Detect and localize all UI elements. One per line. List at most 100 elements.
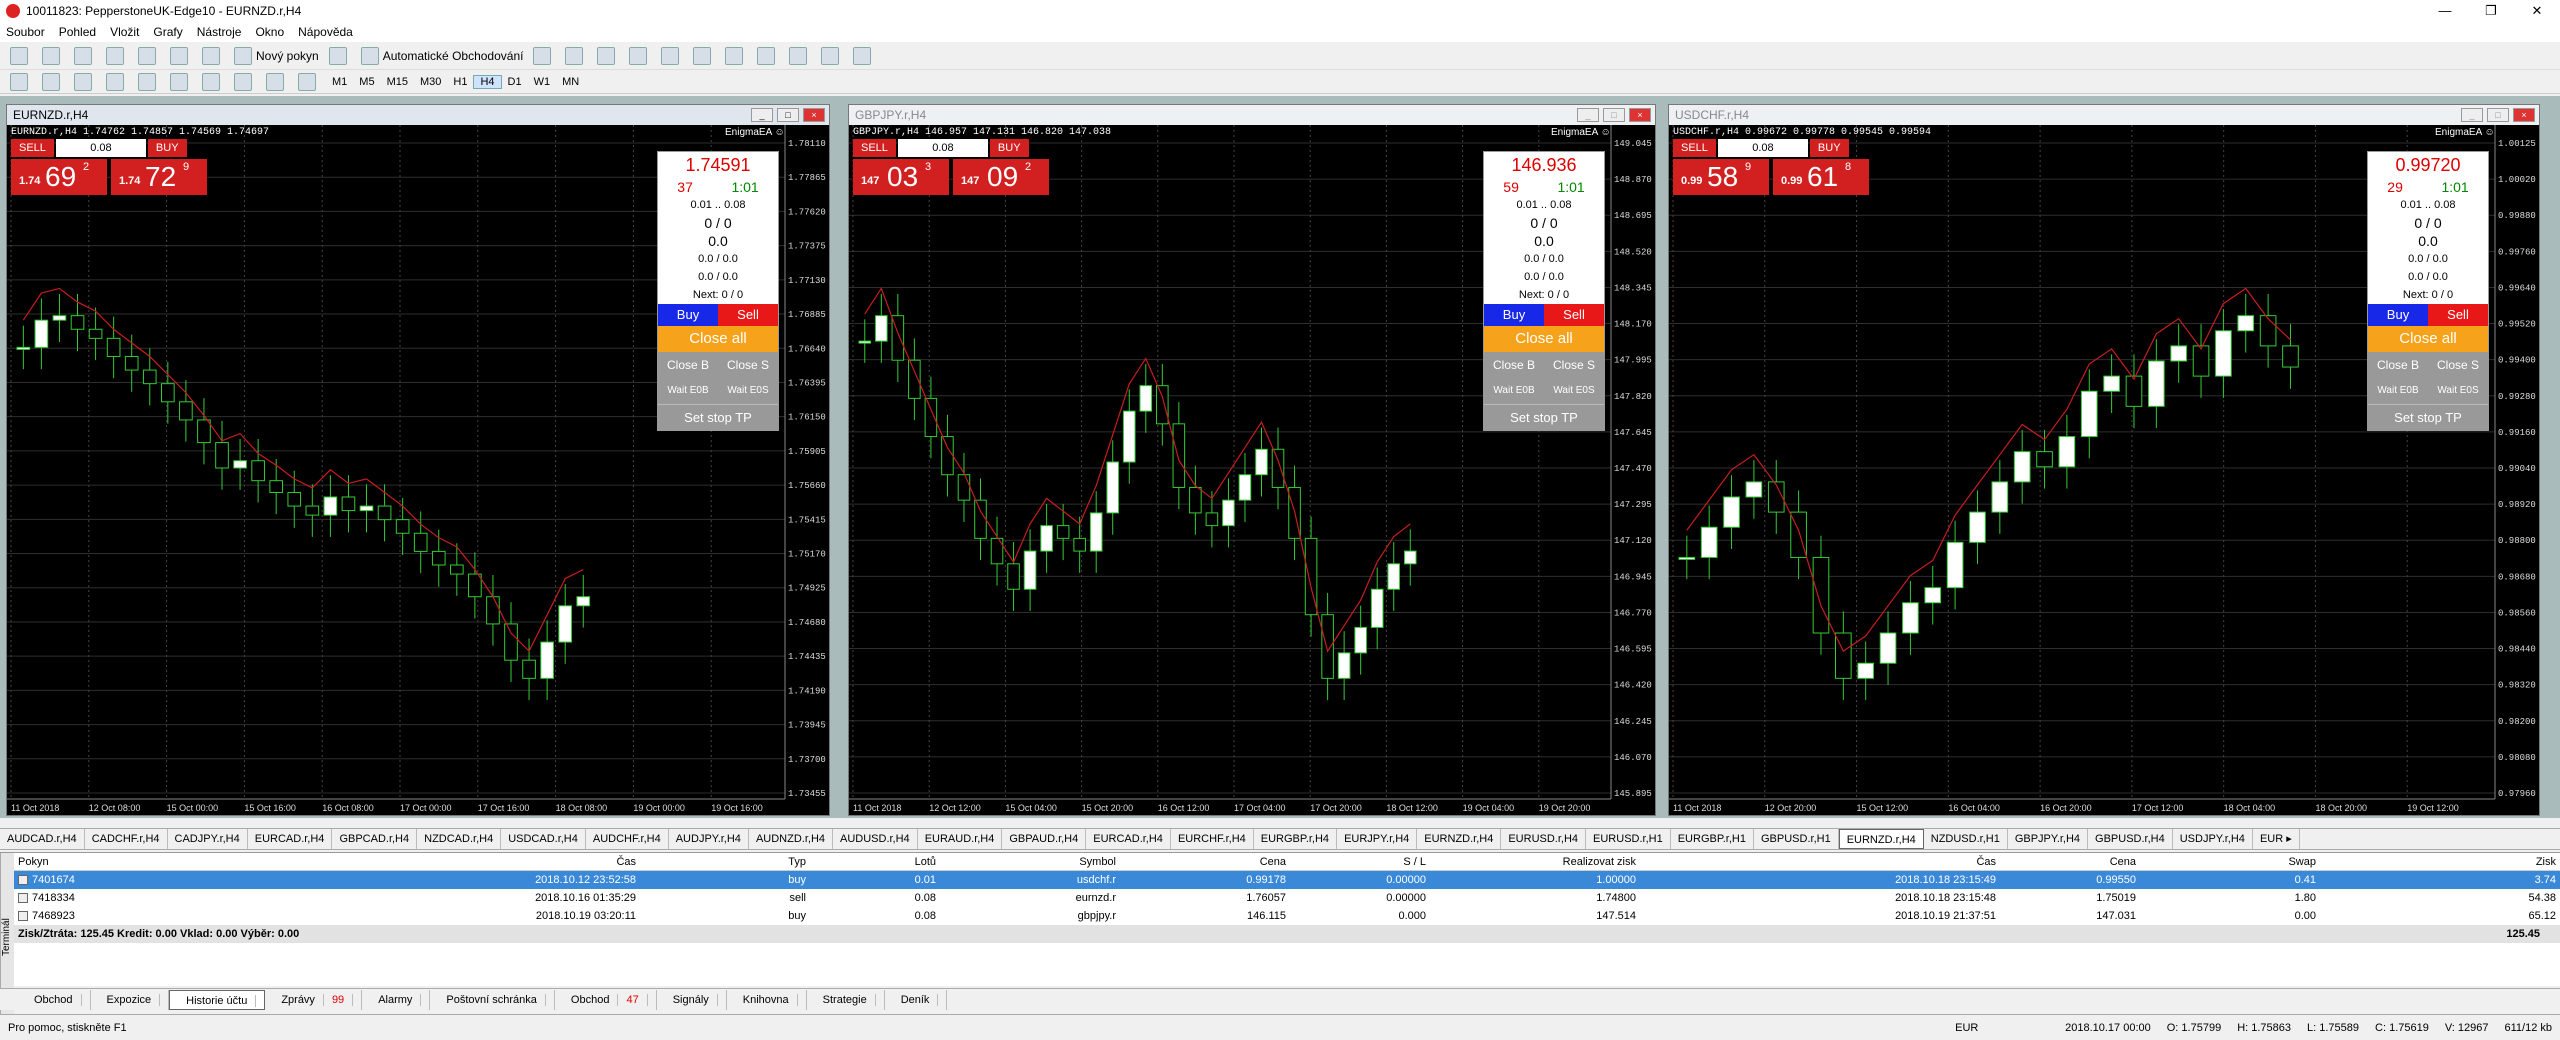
panel-close-buy-button[interactable]: Close B	[1484, 352, 1544, 378]
chart-tab[interactable]: AUDNZD.r,H4	[749, 829, 833, 849]
data-window-button[interactable]	[102, 45, 132, 67]
panel-buy-button[interactable]: Buy	[658, 304, 718, 326]
chart-tab[interactable]: EURAUD.r,H4	[918, 829, 1003, 849]
chart-tab[interactable]: AUDUSD.r,H4	[833, 829, 918, 849]
line-chart-button[interactable]	[593, 45, 623, 67]
meta-editor-button[interactable]	[325, 45, 355, 67]
timeframe-mn[interactable]: MN	[556, 76, 585, 88]
menu-nastroje[interactable]: Nástroje	[197, 25, 242, 39]
panel-set-stop-tp-button[interactable]: Set stop TP	[1484, 404, 1604, 430]
tester-button[interactable]	[198, 45, 228, 67]
chart-close-button[interactable]: ×	[1629, 108, 1651, 122]
timeframe-h1[interactable]: H1	[447, 76, 473, 88]
crosshair-button[interactable]	[38, 71, 68, 93]
chart-tab[interactable]: EURGBP.r,H4	[1254, 829, 1338, 849]
column-header[interactable]: Symbol	[940, 853, 1120, 870]
chart-tab[interactable]: NZDCAD.r,H4	[417, 829, 502, 849]
new-chart-button[interactable]	[6, 45, 36, 67]
ask-price-button[interactable]: 1.74 72 9	[111, 159, 207, 195]
close-button[interactable]: ✕	[2514, 3, 2560, 19]
chart-tab[interactable]: CADJPY.r,H4	[168, 829, 248, 849]
chart-tab[interactable]: EURJPY.r,H4	[1337, 829, 1418, 849]
column-header[interactable]: Swap	[2140, 853, 2320, 870]
bid-price-button[interactable]: 0.99 58 9	[1673, 159, 1769, 195]
panel-close-sell-button[interactable]: Close S	[718, 352, 778, 378]
timeframe-w1[interactable]: W1	[528, 76, 557, 88]
profiles-button[interactable]	[38, 45, 68, 67]
menu-pohled[interactable]: Pohled	[59, 25, 96, 39]
chart-canvas[interactable]: 1.78110 1.77865 1.77620 1.77375 1.77130 1.768…	[7, 125, 829, 815]
channel-button[interactable]	[166, 71, 196, 93]
one-click-buy-button[interactable]: BUY	[989, 139, 1029, 157]
lot-size-input[interactable]: 0.08	[897, 139, 988, 157]
label-button[interactable]	[262, 71, 292, 93]
tile-windows-button[interactable]	[689, 45, 719, 67]
cursor-button[interactable]	[6, 71, 36, 93]
zoom-out-button[interactable]	[657, 45, 687, 67]
chart-canvas[interactable]: 1.00125 1.00020 0.99880 0.99760 0.99640 0.995…	[1669, 125, 2539, 815]
panel-set-stop-tp-button[interactable]: Set stop TP	[2368, 404, 2488, 430]
menu-grafy[interactable]: Grafy	[153, 25, 182, 39]
chart-tab[interactable]: GBPJPY.r,H4	[2008, 829, 2089, 849]
panel-close-all-button[interactable]: Close all	[658, 326, 778, 352]
chart-tab[interactable]: EURGBP.r,H1	[1671, 829, 1754, 849]
panel-wait-eos-button[interactable]: Wait E0S	[1544, 378, 1604, 404]
zoom-in-button[interactable]	[625, 45, 655, 67]
minimize-button[interactable]: —	[2422, 3, 2468, 19]
maximize-button[interactable]: ❐	[2468, 3, 2514, 19]
periods-button[interactable]	[817, 45, 847, 67]
panel-sell-button[interactable]: Sell	[2428, 304, 2488, 326]
vertical-line-button[interactable]	[70, 71, 100, 93]
chart-tab[interactable]: USDJPY.r,H4	[2173, 829, 2253, 849]
chart-tab[interactable]: AUDCHF.r,H4	[586, 829, 669, 849]
chart-tab[interactable]: EURUSD.r,H1	[1586, 829, 1671, 849]
menu-okno[interactable]: Okno	[255, 25, 284, 39]
panel-wait-eob-button[interactable]: Wait E0B	[658, 378, 718, 404]
menu-napoveda[interactable]: Nápověda	[298, 25, 353, 39]
chart-window-gbpjpy[interactable]: GBPJPY.r,H4 _ □ × 149.045 148.870 148.695 148.5…	[848, 104, 1656, 816]
panel-sell-button[interactable]: Sell	[1544, 304, 1604, 326]
panel-close-buy-button[interactable]: Close B	[2368, 352, 2428, 378]
chart-minimize-button[interactable]: _	[2461, 108, 2483, 122]
panel-sell-button[interactable]: Sell	[718, 304, 778, 326]
auto-trading-button[interactable]: Automatické Obchodování	[357, 45, 528, 67]
chart-close-button[interactable]: ×	[803, 108, 825, 122]
horizontal-line-button[interactable]	[102, 71, 132, 93]
chart-maximize-button[interactable]: □	[2487, 108, 2509, 122]
menu-soubor[interactable]: Soubor	[6, 25, 45, 39]
chart-tab[interactable]: EUR ▸	[2253, 829, 2300, 849]
column-header[interactable]: Čas	[1640, 853, 2000, 870]
arrows-button[interactable]	[294, 71, 324, 93]
chart-minimize-button[interactable]: _	[751, 108, 773, 122]
chart-maximize-button[interactable]: □	[1603, 108, 1625, 122]
chart-maximize-button[interactable]: □	[777, 108, 799, 122]
chart-tab[interactable]: EURNZD.r,H4	[1838, 829, 1924, 849]
terminal-button[interactable]	[166, 45, 196, 67]
chart-tab[interactable]: CADCHF.r,H4	[85, 829, 168, 849]
autoscroll-button[interactable]	[753, 45, 783, 67]
terminal-tab[interactable]: Strategie	[807, 989, 885, 1010]
column-header[interactable]: Realizovat zisk	[1430, 853, 1640, 870]
table-row[interactable]: 7418334 2018.10.16 01:35:29 sell 0.08 eurnzd…	[14, 889, 2560, 907]
chart-tab[interactable]: EURNZD.r,H4	[1417, 829, 1502, 849]
table-row[interactable]: 7468923 2018.10.19 03:20:11 buy 0.08 gbpjpy.…	[14, 907, 2560, 925]
column-header[interactable]: Typ	[640, 853, 810, 870]
lot-size-input[interactable]: 0.08	[1717, 139, 1808, 157]
chart-close-button[interactable]: ×	[2513, 108, 2535, 122]
one-click-buy-button[interactable]: BUY	[147, 139, 187, 157]
terminal-tab[interactable]: Expozice	[91, 989, 170, 1010]
templates-button[interactable]	[849, 45, 879, 67]
column-header[interactable]: Čas	[240, 853, 640, 870]
market-watch-button[interactable]	[70, 45, 100, 67]
timeframe-m1[interactable]: M1	[326, 76, 353, 88]
terminal-tab[interactable]: Zprávy 99	[265, 989, 363, 1010]
timeframe-m5[interactable]: M5	[353, 76, 380, 88]
bid-price-button[interactable]: 147 03 3	[853, 159, 949, 195]
panel-wait-eob-button[interactable]: Wait E0B	[1484, 378, 1544, 404]
trendline-button[interactable]	[134, 71, 164, 93]
chart-tab[interactable]: GBPCAD.r,H4	[332, 829, 418, 849]
terminal-tab[interactable]: Deník	[885, 989, 948, 1010]
chart-minimize-button[interactable]: _	[1577, 108, 1599, 122]
new-order-button[interactable]: Nový pokyn	[230, 45, 323, 67]
chart-tab[interactable]: GBPUSD.r,H1	[1754, 829, 1839, 849]
